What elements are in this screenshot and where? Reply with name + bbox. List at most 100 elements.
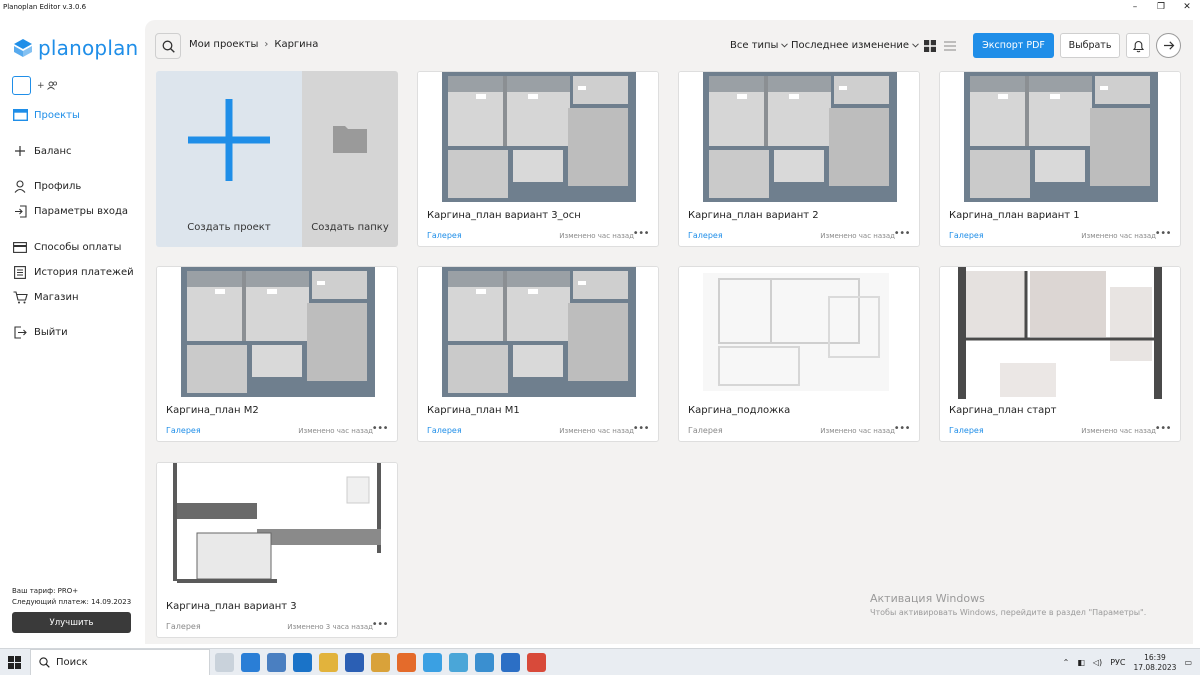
modified-time: Изменено час назад — [298, 427, 373, 435]
taskbar-search[interactable]: Поиск — [30, 649, 210, 675]
taskbar-apps — [215, 653, 546, 672]
project-name[interactable]: Каргина_план М2 — [166, 405, 259, 416]
maximize-button[interactable]: ❐ — [1148, 0, 1174, 14]
notifications-icon[interactable]: ▭ — [1184, 658, 1192, 667]
more-options-icon[interactable]: ••• — [1155, 423, 1172, 434]
list-view-icon[interactable] — [944, 41, 956, 51]
project-thumbnail[interactable] — [940, 72, 1180, 204]
breadcrumb-root[interactable]: Мои проекты — [189, 39, 258, 50]
project-name[interactable]: Каргина_план вариант 3 — [166, 601, 297, 612]
type-filter-label: Все типы — [730, 40, 779, 51]
create-folder-label: Создать папку — [311, 222, 389, 233]
project-thumbnail[interactable] — [679, 267, 919, 399]
tray-chevron-icon[interactable]: ⌃ — [1063, 658, 1070, 667]
create-project-button[interactable]: Создать проект — [156, 71, 302, 247]
task-view-icon[interactable] — [215, 653, 234, 672]
modified-time: Изменено час назад — [1081, 232, 1156, 240]
project-card[interactable]: Каргина_план вариант 3_осн Галерея Измен… — [417, 71, 659, 247]
gallery-link[interactable]: Галерея — [688, 231, 723, 240]
project-name[interactable]: Каргина_подложка — [688, 405, 790, 416]
edge-icon[interactable] — [241, 653, 260, 672]
sidebar-item-payment-methods[interactable]: Способы оплаты — [12, 238, 121, 256]
clock[interactable]: 16:39 17.08.2023 — [1133, 653, 1176, 673]
gallery-link[interactable]: Галерея — [949, 231, 984, 240]
chrome-icon[interactable] — [371, 653, 390, 672]
minimize-button[interactable]: – — [1122, 0, 1148, 14]
mail-icon[interactable] — [293, 653, 312, 672]
project-thumbnail[interactable] — [418, 267, 658, 399]
word-icon[interactable] — [345, 653, 364, 672]
project-thumbnail[interactable] — [679, 72, 919, 204]
more-options-icon[interactable]: ••• — [894, 423, 911, 434]
project-card[interactable]: Каргина_план М2 Галерея Изменено час наз… — [156, 266, 398, 442]
add-user-button[interactable]: + — [37, 81, 58, 91]
project-card[interactable]: Каргина_подложка Галерея Изменено час на… — [678, 266, 920, 442]
project-name[interactable]: Каргина_план вариант 2 — [688, 210, 819, 221]
more-options-icon[interactable]: ••• — [1155, 228, 1172, 239]
next-payment-value: 14.09.2023 — [91, 598, 132, 606]
breadcrumb-current: Каргина — [274, 39, 319, 50]
search-button[interactable] — [155, 33, 181, 59]
logo[interactable]: planoplan — [12, 36, 138, 60]
project-card[interactable]: Каргина_план вариант 2 Галерея Изменено … — [678, 71, 920, 247]
watermark-subtitle: Чтобы активировать Windows, перейдите в … — [870, 608, 1147, 617]
sidebar-item-logout[interactable]: Выйти — [12, 323, 68, 341]
gallery-link[interactable]: Галерея — [166, 426, 201, 435]
firefox-icon[interactable] — [397, 653, 416, 672]
type-filter-dropdown[interactable]: Все типы — [730, 40, 789, 51]
project-thumbnail[interactable] — [157, 267, 397, 399]
export-pdf-button[interactable]: Экспорт PDF — [973, 33, 1054, 58]
sidebar-item-shop[interactable]: Магазин — [12, 288, 79, 306]
gallery-link: Галерея — [688, 426, 723, 435]
project-name[interactable]: Каргина_план вариант 1 — [949, 210, 1080, 221]
app-icon-2[interactable] — [501, 653, 520, 672]
notifications-button[interactable] — [1126, 33, 1150, 58]
workspace-avatar[interactable] — [12, 76, 31, 95]
browser-icon[interactable] — [475, 653, 494, 672]
sidebar-item-projects[interactable]: Проекты — [12, 106, 80, 124]
logout-arrow-button[interactable] — [1156, 33, 1181, 58]
upgrade-button[interactable]: Улучшить — [12, 612, 131, 633]
project-card[interactable]: Каргина_план вариант 1 Галерея Изменено … — [939, 71, 1181, 247]
language-indicator[interactable]: РУС — [1110, 658, 1125, 667]
gallery-link[interactable]: Галерея — [427, 231, 462, 240]
more-options-icon[interactable]: ••• — [894, 228, 911, 239]
project-card[interactable]: Каргина_план старт Галерея Изменено час … — [939, 266, 1181, 442]
project-thumbnail[interactable] — [418, 72, 658, 204]
more-options-icon[interactable]: ••• — [633, 228, 650, 239]
volume-icon[interactable]: ◁) — [1093, 658, 1102, 667]
projects-panel: Мои проекты › Каргина Все типы Последнее… — [145, 20, 1193, 644]
grid-view-icon[interactable] — [924, 40, 936, 52]
project-thumbnail[interactable] — [157, 463, 397, 595]
project-card[interactable]: Каргина_план вариант 3 Галерея Изменено … — [156, 462, 398, 638]
more-options-icon[interactable]: ••• — [372, 423, 389, 434]
network-icon[interactable]: ◧ — [1077, 658, 1085, 667]
close-button[interactable]: ✕ — [1174, 0, 1200, 14]
project-name[interactable]: Каргина_план М1 — [427, 405, 520, 416]
project-thumbnail[interactable] — [940, 267, 1180, 399]
project-name[interactable]: Каргина_план вариант 3_осн — [427, 210, 581, 221]
project-card[interactable]: Каргина_план М1 Галерея Изменено час наз… — [417, 266, 659, 442]
sidebar-item-profile[interactable]: Профиль — [12, 177, 81, 195]
search-icon — [162, 40, 175, 53]
gallery-link[interactable]: Галерея — [949, 426, 984, 435]
planoplan-taskbar-icon[interactable] — [449, 653, 468, 672]
more-options-icon[interactable]: ••• — [633, 423, 650, 434]
store-icon[interactable] — [267, 653, 286, 672]
app-icon[interactable] — [423, 653, 442, 672]
system-tray: ⌃ ◧ ◁) РУС 16:39 17.08.2023 ▭ — [1063, 649, 1192, 675]
project-name[interactable]: Каргина_план старт — [949, 405, 1056, 416]
explorer-icon[interactable] — [319, 653, 338, 672]
plus-icon — [188, 99, 270, 181]
app-icon-3[interactable] — [527, 653, 546, 672]
sidebar-item-login-settings[interactable]: Параметры входа — [12, 202, 128, 220]
sidebar-item-balance[interactable]: Баланс — [12, 142, 72, 160]
select-button[interactable]: Выбрать — [1060, 33, 1120, 58]
cart-icon — [12, 289, 28, 305]
sidebar-item-payment-history[interactable]: История платежей — [12, 263, 134, 281]
create-folder-button[interactable]: Создать папку — [302, 71, 398, 247]
gallery-link[interactable]: Галерея — [427, 426, 462, 435]
more-options-icon[interactable]: ••• — [372, 619, 389, 630]
sort-dropdown[interactable]: Последнее изменение — [791, 40, 919, 51]
windows-start-icon[interactable] — [8, 656, 21, 669]
